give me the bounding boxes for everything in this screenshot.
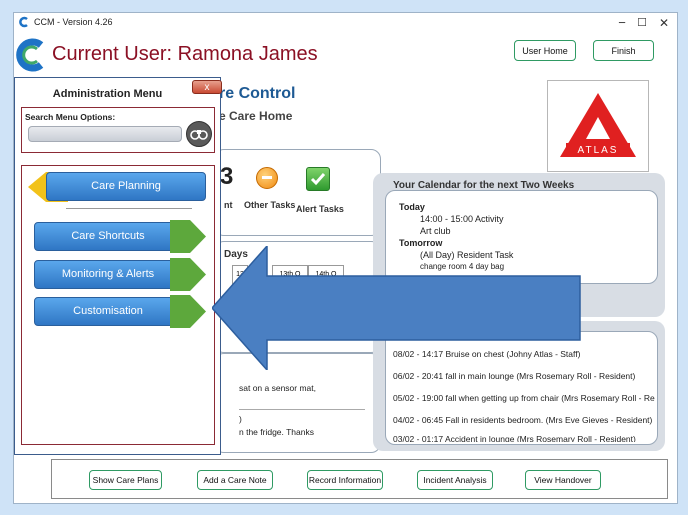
checkmark-icon[interactable] <box>306 167 330 191</box>
menu-item-monitoring-alerts[interactable]: Monitoring & Alerts <box>34 260 182 289</box>
incident-analysis-button[interactable]: Incident Analysis <box>417 470 493 490</box>
big-left-arrow-icon <box>212 246 581 370</box>
note-line: ) <box>239 414 242 424</box>
administration-menu: Administration Menu x Search Menu Option… <box>14 77 222 455</box>
admin-menu-title: Administration Menu <box>52 88 163 100</box>
care-home-name: e Care Home <box>219 109 293 123</box>
menu-item-care-planning[interactable]: Care Planning <box>46 172 206 201</box>
incident-item[interactable]: 06/02 - 20:41 fall in main lounge (Mrs R… <box>393 371 635 381</box>
forward-arrow-icon[interactable] <box>170 220 206 253</box>
page-heading: re Control <box>219 85 296 102</box>
search-menu-label: Search Menu Options: <box>25 112 116 122</box>
view-handover-button[interactable]: View Handover <box>525 470 601 490</box>
binoculars-icon[interactable] <box>186 121 212 147</box>
add-care-note-button[interactable]: Add a Care Note <box>197 470 273 490</box>
task-count: 3 <box>220 163 234 190</box>
task-label-partial: nt <box>224 200 233 210</box>
search-menu-input[interactable] <box>28 126 182 142</box>
atlas-triangle-icon: ATLAS <box>560 93 636 157</box>
menu-item-customisation[interactable]: Customisation <box>34 297 182 326</box>
window-title: CCM - Version 4.26 <box>34 17 113 27</box>
tasks-panel <box>214 149 381 236</box>
menu-item-care-shortcuts[interactable]: Care Shortcuts <box>34 222 182 251</box>
bottom-toolbar: Show Care Plans Add a Care Note Record I… <box>51 459 668 499</box>
minus-circle-icon[interactable] <box>256 167 278 189</box>
incident-item[interactable]: 05/02 - 19:00 fall when getting up from … <box>393 393 655 403</box>
record-information-button[interactable]: Record Information <box>307 470 383 490</box>
calendar-event-title: Art club <box>420 226 451 236</box>
show-care-plans-button[interactable]: Show Care Plans <box>89 470 162 490</box>
admin-menu-close-button[interactable]: x <box>192 80 222 94</box>
close-button[interactable]: ✕ <box>654 15 674 31</box>
menu-divider <box>66 208 192 209</box>
note-divider <box>239 409 365 410</box>
incident-item[interactable]: 03/02 - 01:17 Accident in lounge (Mrs Ro… <box>393 434 636 442</box>
maximize-button[interactable]: ☐ <box>632 15 652 31</box>
alert-tasks-label[interactable]: Alert Tasks <box>296 204 344 214</box>
brand-logo-icon <box>16 38 44 72</box>
minimize-button[interactable]: − <box>612 15 632 31</box>
calendar-event-time: 14:00 - 15:00 Activity <box>420 214 504 224</box>
finish-button[interactable]: Finish <box>593 40 654 61</box>
note-line: n the fridge. Thanks <box>239 427 314 437</box>
note-line: sat on a sensor mat, <box>239 383 317 393</box>
atlas-logo: ATLAS <box>547 80 649 172</box>
forward-arrow-icon[interactable] <box>170 258 206 291</box>
incident-item[interactable]: 04/02 - 06:45 Fall in residents bedroom.… <box>393 415 652 425</box>
title-bar: CCM - Version 4.26 − ☐ ✕ <box>14 13 677 33</box>
calendar-today-label: Today <box>399 202 425 212</box>
user-home-button[interactable]: User Home <box>514 40 576 61</box>
atlas-logo-text: ATLAS <box>578 145 619 156</box>
other-tasks-label[interactable]: Other Tasks <box>244 200 295 210</box>
admin-menu-items: Care Planning Care Shortcuts Monitoring … <box>21 165 215 445</box>
forward-arrow-icon[interactable] <box>170 295 206 328</box>
current-user-label: Current User: Ramona James <box>52 43 318 65</box>
search-menu-box: Search Menu Options: <box>21 107 215 153</box>
app-logo-icon <box>19 16 28 28</box>
